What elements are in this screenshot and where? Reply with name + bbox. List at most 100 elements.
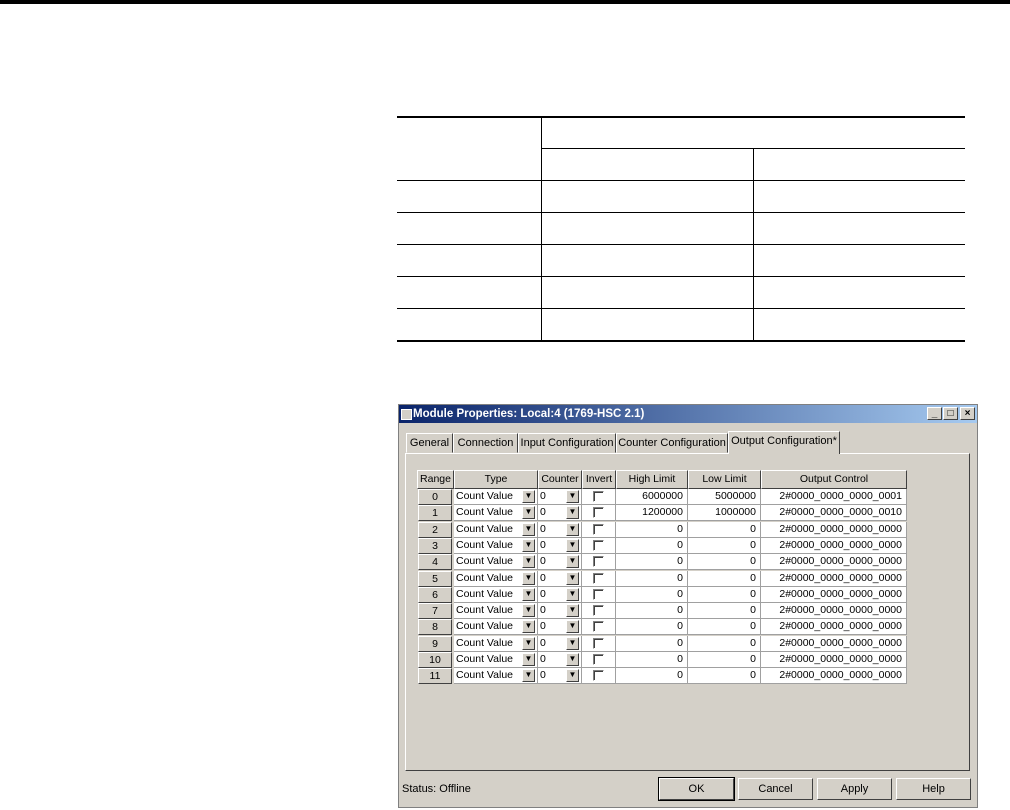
chevron-down-icon[interactable]: ▼ [566, 653, 579, 666]
output-control-cell[interactable]: 2#0000_0000_0000_0000 [761, 586, 907, 603]
column-header-low-limit[interactable]: Low Limit [688, 470, 761, 489]
maximize-icon[interactable]: □ [943, 407, 958, 420]
counter-select[interactable]: 0 ▼ [538, 537, 582, 554]
invert-checkbox[interactable] [593, 670, 604, 682]
high-limit-cell[interactable]: 6000000 [616, 489, 688, 505]
low-limit-cell[interactable]: 0 [688, 570, 761, 587]
type-select[interactable]: Count Value ▼ [454, 570, 538, 587]
type-select[interactable]: Count Value ▼ [454, 652, 538, 668]
close-icon[interactable]: × [960, 407, 975, 420]
chevron-down-icon[interactable]: ▼ [522, 669, 535, 683]
type-select[interactable]: Count Value ▼ [454, 554, 538, 571]
tab-connection[interactable]: Connection [453, 433, 518, 453]
output-control-cell[interactable]: 2#0000_0000_0000_0000 [761, 652, 907, 668]
invert-checkbox[interactable] [593, 507, 604, 519]
type-select[interactable]: Count Value ▼ [454, 537, 538, 554]
range-cell[interactable]: 0 [418, 489, 452, 505]
counter-select[interactable]: 0 ▼ [538, 505, 582, 522]
output-control-cell[interactable]: 2#0000_0000_0000_0000 [761, 554, 907, 571]
counter-select[interactable]: 0 ▼ [538, 619, 582, 636]
range-cell[interactable]: 1 [418, 505, 452, 522]
range-cell[interactable]: 5 [418, 570, 452, 587]
high-limit-cell[interactable]: 0 [616, 603, 688, 620]
high-limit-cell[interactable]: 0 [616, 586, 688, 603]
low-limit-cell[interactable]: 0 [688, 619, 761, 636]
low-limit-cell[interactable]: 0 [688, 586, 761, 603]
low-limit-cell[interactable]: 0 [688, 652, 761, 668]
chevron-down-icon[interactable]: ▼ [522, 620, 535, 634]
low-limit-cell[interactable]: 0 [688, 554, 761, 571]
chevron-down-icon[interactable]: ▼ [522, 506, 535, 520]
output-control-cell[interactable]: 2#0000_0000_0000_0010 [761, 505, 907, 522]
chevron-down-icon[interactable]: ▼ [566, 587, 579, 601]
type-select[interactable]: Count Value ▼ [454, 586, 538, 603]
low-limit-cell[interactable]: 0 [688, 537, 761, 554]
counter-select[interactable]: 0 ▼ [538, 586, 582, 603]
output-control-cell[interactable]: 2#0000_0000_0000_0000 [761, 635, 907, 652]
low-limit-cell[interactable]: 0 [688, 635, 761, 652]
type-select[interactable]: Count Value ▼ [454, 635, 538, 652]
column-header-counter[interactable]: Counter [538, 470, 582, 489]
low-limit-cell[interactable]: 5000000 [688, 489, 761, 505]
counter-select[interactable]: 0 ▼ [538, 489, 582, 505]
type-select[interactable]: Count Value ▼ [454, 521, 538, 538]
chevron-down-icon[interactable]: ▼ [566, 669, 579, 683]
apply-button[interactable]: Apply [817, 778, 892, 800]
invert-checkbox[interactable] [593, 588, 604, 600]
tab-output-configuration[interactable]: Output Configuration* [728, 431, 840, 454]
range-cell[interactable]: 8 [418, 619, 452, 636]
chevron-down-icon[interactable]: ▼ [566, 522, 579, 536]
chevron-down-icon[interactable]: ▼ [566, 555, 579, 569]
counter-select[interactable]: 0 ▼ [538, 570, 582, 587]
invert-checkbox[interactable] [593, 637, 604, 649]
chevron-down-icon[interactable]: ▼ [522, 636, 535, 650]
ok-button[interactable]: OK [658, 777, 735, 801]
chevron-down-icon[interactable]: ▼ [522, 604, 535, 618]
output-control-cell[interactable]: 2#0000_0000_0000_0000 [761, 537, 907, 554]
chevron-down-icon[interactable]: ▼ [522, 522, 535, 536]
output-control-cell[interactable]: 2#0000_0000_0000_0001 [761, 489, 907, 505]
invert-checkbox[interactable] [593, 654, 604, 665]
chevron-down-icon[interactable]: ▼ [566, 571, 579, 585]
invert-checkbox[interactable] [593, 621, 604, 633]
counter-select[interactable]: 0 ▼ [538, 603, 582, 620]
high-limit-cell[interactable]: 0 [616, 668, 688, 685]
counter-select[interactable]: 0 ▼ [538, 668, 582, 685]
type-select[interactable]: Count Value ▼ [454, 668, 538, 685]
high-limit-cell[interactable]: 0 [616, 521, 688, 538]
chevron-down-icon[interactable]: ▼ [522, 653, 535, 666]
output-control-cell[interactable]: 2#0000_0000_0000_0000 [761, 603, 907, 620]
range-cell[interactable]: 10 [418, 652, 452, 668]
invert-checkbox[interactable] [593, 539, 604, 551]
chevron-down-icon[interactable]: ▼ [566, 636, 579, 650]
column-header-output-control[interactable]: Output Control [761, 470, 907, 489]
range-cell[interactable]: 11 [418, 668, 452, 685]
chevron-down-icon[interactable]: ▼ [522, 587, 535, 601]
column-header-invert[interactable]: Invert [582, 470, 616, 489]
high-limit-cell[interactable]: 0 [616, 537, 688, 554]
counter-select[interactable]: 0 ▼ [538, 635, 582, 652]
low-limit-cell[interactable]: 0 [688, 668, 761, 685]
output-control-cell[interactable]: 2#0000_0000_0000_0000 [761, 668, 907, 685]
column-header-high-limit[interactable]: High Limit [616, 470, 688, 489]
counter-select[interactable]: 0 ▼ [538, 554, 582, 571]
chevron-down-icon[interactable]: ▼ [522, 538, 535, 552]
tab-counter-configuration[interactable]: Counter Configuration [616, 433, 728, 453]
high-limit-cell[interactable]: 0 [616, 619, 688, 636]
range-cell[interactable]: 2 [418, 521, 452, 538]
chevron-down-icon[interactable]: ▼ [566, 490, 579, 503]
low-limit-cell[interactable]: 1000000 [688, 505, 761, 522]
high-limit-cell[interactable]: 0 [616, 570, 688, 587]
range-cell[interactable]: 6 [418, 586, 452, 603]
counter-select[interactable]: 0 ▼ [538, 652, 582, 668]
column-header-type[interactable]: Type [454, 470, 538, 489]
type-select[interactable]: Count Value ▼ [454, 489, 538, 505]
high-limit-cell[interactable]: 0 [616, 635, 688, 652]
invert-checkbox[interactable] [593, 523, 604, 535]
low-limit-cell[interactable]: 0 [688, 521, 761, 538]
output-control-cell[interactable]: 2#0000_0000_0000_0000 [761, 521, 907, 538]
low-limit-cell[interactable]: 0 [688, 603, 761, 620]
type-select[interactable]: Count Value ▼ [454, 619, 538, 636]
range-cell[interactable]: 7 [418, 603, 452, 620]
type-select[interactable]: Count Value ▼ [454, 505, 538, 522]
